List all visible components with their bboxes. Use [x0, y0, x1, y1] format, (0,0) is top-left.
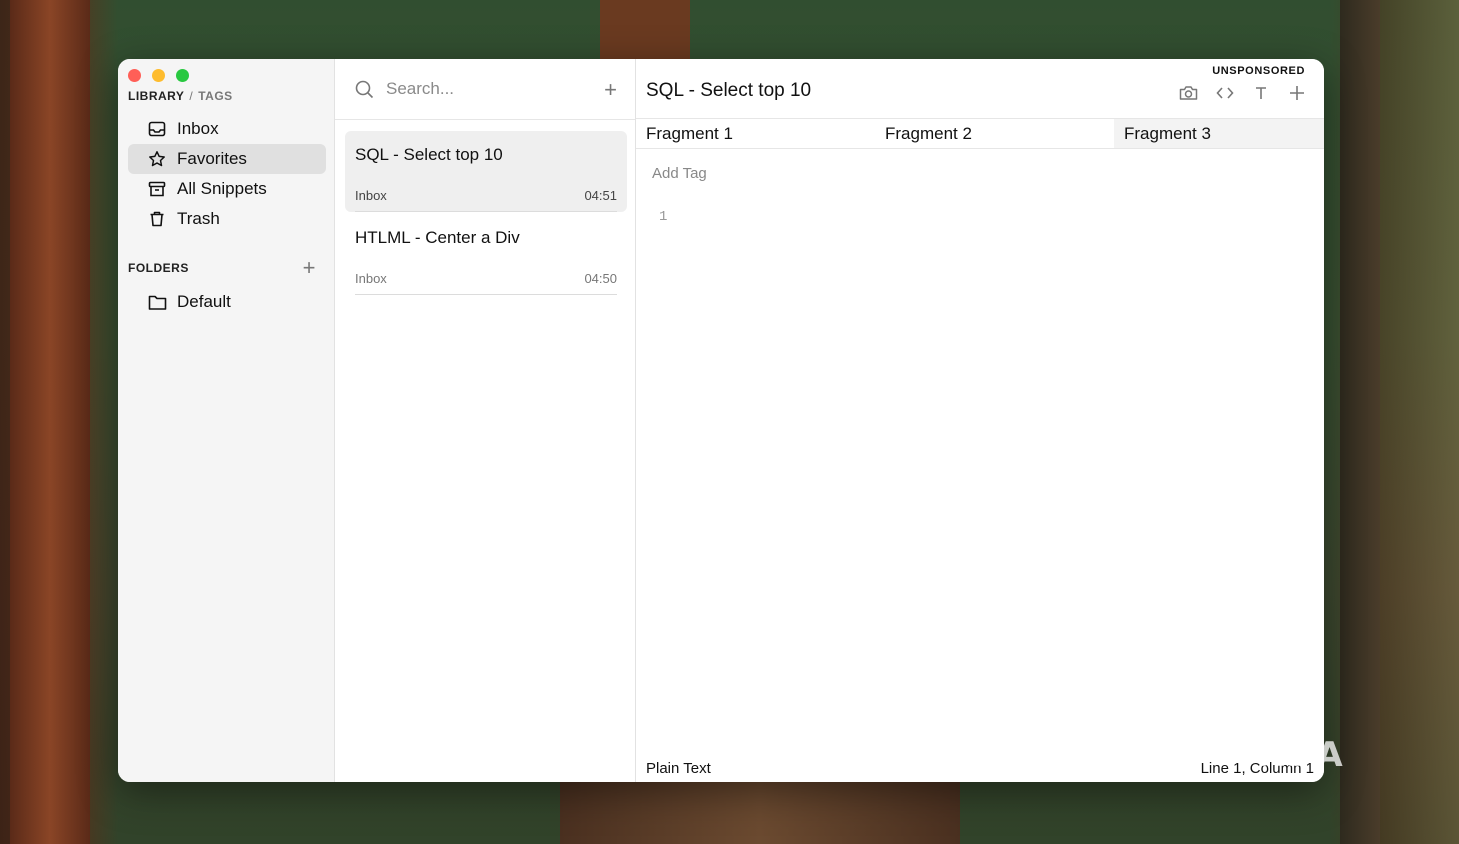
snippet-time: 04:51 [584, 188, 617, 203]
divider [355, 294, 617, 295]
search-bar: + [335, 59, 635, 120]
snippet-folder: Inbox [355, 271, 387, 286]
sidebar: LIBRARY / TAGS Inbox Favorites All Snippet… [118, 59, 335, 782]
folders-label: FOLDERS [128, 261, 189, 275]
sidebar-item-trash[interactable]: Trash [128, 204, 326, 234]
tab-fragment-1[interactable]: Fragment 1 [636, 119, 875, 148]
text-format-icon[interactable] [1251, 83, 1270, 102]
star-icon [148, 150, 166, 168]
app-window: LIBRARY / TAGS Inbox Favorites All Snippet… [118, 59, 1324, 782]
watermark: XDA [1258, 735, 1345, 775]
zoom-button[interactable] [176, 69, 189, 82]
sidebar-item-inbox[interactable]: Inbox [128, 114, 326, 144]
library-nav: Inbox Favorites All Snippets Trash [128, 114, 326, 234]
sidebar-item-all-snippets[interactable]: All Snippets [128, 174, 326, 204]
inbox-icon [148, 120, 166, 138]
snippet-list: + SQL - Select top 10 Inbox 04:51 HTLML … [335, 59, 636, 782]
sidebar-item-label: All Snippets [177, 179, 267, 198]
line-number: 1 [659, 209, 668, 225]
add-fragment-icon[interactable] [1287, 83, 1306, 102]
add-folder-icon[interactable]: + [303, 255, 316, 281]
archive-icon [148, 180, 166, 198]
fragment-tabs: Fragment 1 Fragment 2 Fragment 3 [636, 118, 1324, 149]
minimize-button[interactable] [152, 69, 165, 82]
folders-header: FOLDERS + [128, 255, 316, 281]
add-snippet-icon[interactable]: + [604, 77, 617, 103]
background-tree [560, 782, 960, 844]
snippet-time: 04:50 [584, 271, 617, 286]
separator: / [189, 89, 194, 103]
tab-fragment-2[interactable]: Fragment 2 [875, 119, 1114, 148]
background-tree [600, 0, 690, 60]
folder-item-default[interactable]: Default [148, 292, 231, 312]
search-icon [355, 80, 374, 99]
sidebar-item-label: Favorites [177, 149, 247, 168]
tags-tab[interactable]: TAGS [198, 89, 232, 103]
divider [355, 211, 617, 212]
editor-toolbar [1179, 83, 1306, 102]
sidebar-item-label: Trash [177, 209, 220, 228]
snippet-title: HTLML - Center a Div [355, 228, 520, 247]
folder-label: Default [177, 292, 231, 311]
window-controls [128, 69, 189, 82]
unsponsored-badge: UNSPONSORED [1212, 65, 1305, 77]
language-selector[interactable]: Plain Text [646, 760, 711, 777]
close-button[interactable] [128, 69, 141, 82]
tab-fragment-3[interactable]: Fragment 3 [1114, 119, 1324, 148]
status-bar: Plain Text Line 1, Column 1 [646, 760, 1314, 777]
folder-icon [148, 294, 167, 311]
search-input[interactable] [384, 78, 588, 100]
code-icon[interactable] [1215, 83, 1234, 102]
add-tag-input[interactable]: Add Tag [652, 165, 707, 182]
snippet-item[interactable]: HTLML - Center a Div Inbox 04:50 [345, 214, 627, 295]
sidebar-item-label: Inbox [177, 119, 219, 138]
library-tags-switch: LIBRARY / TAGS [128, 89, 233, 103]
background-tree [1340, 0, 1380, 844]
editor-pane: UNSPONSORED SQL - Select top 10 Fragment… [636, 59, 1324, 782]
camera-icon[interactable] [1179, 83, 1198, 102]
library-tab[interactable]: LIBRARY [128, 89, 184, 103]
background-tree [10, 0, 90, 844]
snippet-folder: Inbox [355, 188, 387, 203]
snippet-title: SQL - Select top 10 [355, 145, 503, 164]
sidebar-item-favorites[interactable]: Favorites [128, 144, 326, 174]
snippet-item[interactable]: SQL - Select top 10 Inbox 04:51 [345, 131, 627, 212]
snippet-title-input[interactable]: SQL - Select top 10 [646, 80, 811, 102]
trash-icon [148, 210, 166, 228]
